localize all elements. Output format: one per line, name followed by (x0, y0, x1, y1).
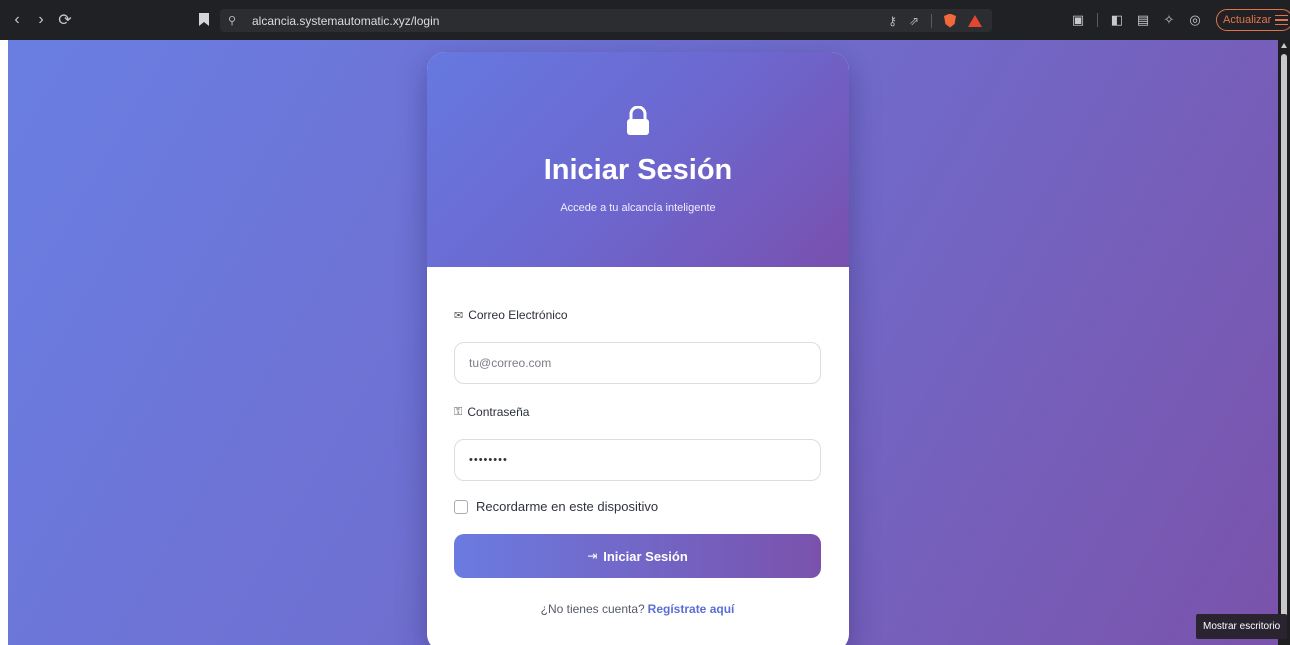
register-link[interactable]: Regístrate aquí (648, 602, 735, 616)
login-card: Iniciar Sesión Accede a tu alcancía inte… (427, 52, 849, 645)
sign-in-icon: ⇥ (587, 549, 598, 563)
email-label-text: Correo Electrónico (468, 308, 568, 322)
forward-button[interactable]: › (30, 9, 52, 31)
remember-checkbox[interactable] (454, 499, 468, 514)
envelope-icon: ✉ (454, 309, 464, 322)
address-bar[interactable]: ⚲ alcancia.systemautomatic.xyz/login ⚷ ⇗ (220, 9, 992, 32)
lock-icon (625, 105, 651, 141)
password-label-text: Contraseña (467, 405, 530, 419)
browser-toolbar: ‹ › ⟳ ⚲ alcancia.systemautomatic.xyz/log… (0, 0, 1290, 40)
password-input[interactable]: •••••••• (454, 439, 821, 481)
key-icon: ⚿ (454, 405, 463, 418)
email-input[interactable]: tu@correo.com (454, 342, 821, 384)
sidebar-icon[interactable]: ◧ (1110, 12, 1124, 28)
login-button[interactable]: ⇥ Iniciar Sesión (454, 534, 821, 578)
share-icon[interactable]: ⇗ (909, 14, 919, 28)
remember-row[interactable]: Recordarme en este dispositivo (454, 499, 821, 514)
remember-label[interactable]: Recordarme en este dispositivo (476, 499, 658, 514)
update-button[interactable]: Actualizar (1216, 9, 1290, 31)
no-account-text: ¿No tienes cuenta? (540, 602, 645, 616)
brave-shield-icon[interactable] (944, 13, 956, 28)
card-header: Iniciar Sesión Accede a tu alcancía inte… (427, 52, 849, 267)
leo-ai-icon[interactable]: ✧ (1162, 12, 1176, 28)
back-button[interactable]: ‹ (6, 9, 28, 31)
login-button-label: Iniciar Sesión (603, 548, 688, 564)
password-value: •••••••• (469, 454, 508, 466)
address-bar-actions: ⚷ ⇗ (888, 9, 982, 32)
email-label: ✉ Correo Electrónico (454, 307, 821, 323)
page-subtitle: Accede a tu alcancía inteligente (560, 202, 716, 214)
wallet-icon[interactable]: ▤ (1136, 12, 1150, 28)
reload-button[interactable]: ⟳ (54, 9, 76, 31)
scrollbar-thumb[interactable] (1281, 54, 1287, 626)
password-label: ⚿ Contraseña (454, 404, 821, 420)
scroll-up-arrow[interactable] (1281, 43, 1287, 48)
show-desktop-tooltip: Mostrar escritorio (1196, 614, 1288, 639)
divider (931, 13, 932, 28)
divider (1097, 13, 1098, 27)
window-edge (0, 40, 8, 645)
screenshot-icon[interactable]: ▣ (1071, 12, 1085, 28)
scrollbar[interactable] (1278, 40, 1290, 645)
url-text[interactable]: alcancia.systemautomatic.xyz/login (252, 14, 439, 28)
toolbar-right: ▣ ◧ ▤ ✧ ◎ Actualizar (1071, 0, 1290, 40)
key-icon[interactable]: ⚷ (888, 14, 897, 28)
bookmark-icon[interactable] (198, 13, 210, 27)
page-background: Iniciar Sesión Accede a tu alcancía inte… (8, 40, 1278, 645)
email-placeholder: tu@correo.com (469, 356, 552, 370)
nav-buttons: ‹ › ⟳ (6, 9, 76, 31)
page-title: Iniciar Sesión (543, 154, 733, 186)
update-label: Actualizar (1223, 14, 1272, 26)
vpn-icon[interactable]: ◎ (1188, 12, 1202, 28)
menu-icon (1275, 14, 1289, 26)
rewards-triangle-icon[interactable] (968, 14, 982, 27)
site-settings-icon[interactable]: ⚲ (228, 14, 242, 27)
login-form: ✉ Correo Electrónico tu@correo.com ⚿ Con… (454, 307, 821, 616)
register-prompt: ¿No tienes cuenta? Regístrate aquí (454, 602, 821, 616)
